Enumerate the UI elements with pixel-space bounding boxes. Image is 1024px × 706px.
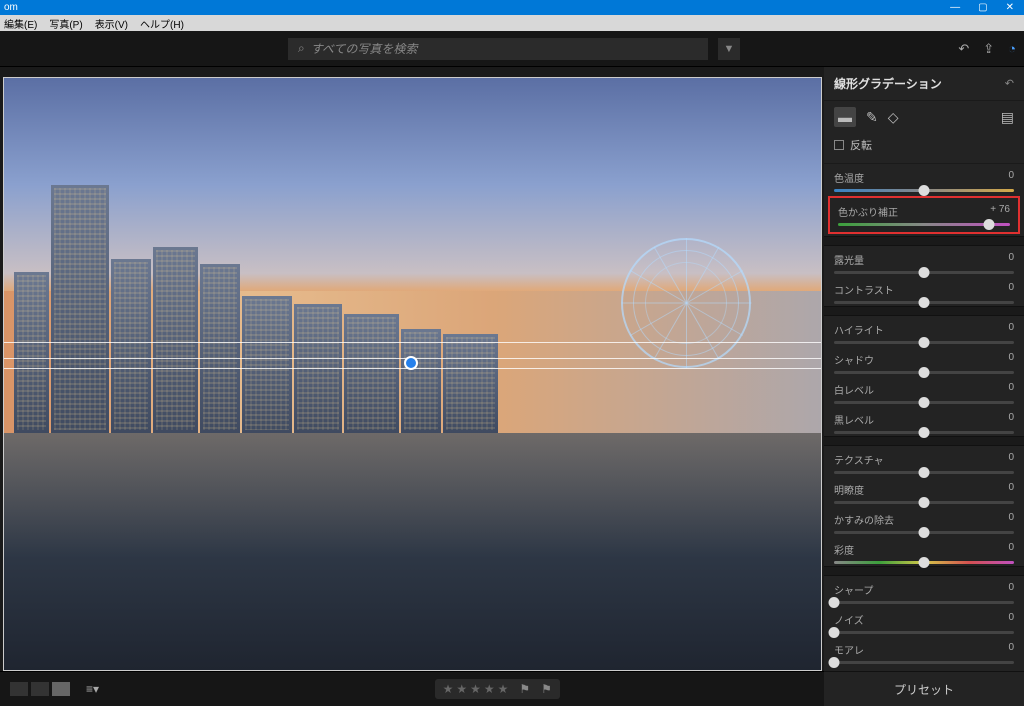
- eraser-tool-icon[interactable]: ◇: [888, 109, 899, 126]
- maximize-icon[interactable]: ▢: [978, 2, 987, 13]
- share-icon[interactable]: ⇪: [983, 41, 994, 57]
- single-view-icon[interactable]: [52, 682, 70, 696]
- reset-icon[interactable]: ↶: [1005, 77, 1014, 90]
- close-icon[interactable]: ✕: [1006, 2, 1014, 13]
- mask-tool-row: ▬ ✎ ◇ ▤: [824, 101, 1024, 133]
- panel-title: 線形グラデーション: [834, 75, 1005, 92]
- slider-texture[interactable]: テクスチャ0: [824, 446, 1024, 476]
- grid-small-icon[interactable]: [10, 682, 28, 696]
- view-mode-buttons: [10, 682, 70, 696]
- menu-view[interactable]: 表示(V): [93, 16, 130, 31]
- slider-blacks[interactable]: 黒レベル0: [824, 406, 1024, 436]
- menu-edit[interactable]: 編集(E): [2, 16, 39, 31]
- slider-dehaze[interactable]: かすみの除去0: [824, 506, 1024, 536]
- star-icon[interactable]: ★: [470, 682, 481, 696]
- star-icon[interactable]: ★: [443, 682, 454, 696]
- brush-tool-icon[interactable]: ✎: [866, 109, 878, 126]
- minimize-icon[interactable]: —: [950, 2, 960, 13]
- star-icon[interactable]: ★: [498, 682, 509, 696]
- menu-photo[interactable]: 写真(P): [47, 16, 84, 31]
- star-icon[interactable]: ★: [484, 682, 495, 696]
- slider-shadows[interactable]: シャドウ0: [824, 346, 1024, 376]
- gradient-pin[interactable]: [404, 356, 418, 370]
- star-icon[interactable]: ★: [456, 682, 467, 696]
- top-right-tools: ↶ ⇪ ◔: [958, 41, 1016, 57]
- preset-label: プリセット: [894, 681, 954, 698]
- flag-pick-icon[interactable]: ⚑: [519, 682, 530, 696]
- undo-icon[interactable]: ↶: [958, 41, 969, 57]
- edit-panel: 線形グラデーション ↶ ▬ ✎ ◇ ▤ 反転 色温度0 色かぶり補正+ 76 露…: [824, 67, 1024, 671]
- search-input[interactable]: ⌕ すべての写真を検索: [288, 38, 708, 60]
- slider-tint[interactable]: 色かぶり補正+ 76: [828, 196, 1020, 234]
- panel-header: 線形グラデーション ↶: [824, 67, 1024, 101]
- invert-checkbox[interactable]: [834, 140, 844, 150]
- slider-temp[interactable]: 色温度0: [824, 164, 1024, 194]
- app-title: om: [4, 2, 950, 13]
- search-placeholder: すべての写真を検索: [311, 40, 418, 57]
- mask-options-icon[interactable]: ▤: [1001, 109, 1014, 126]
- gradient-line-top[interactable]: [4, 342, 821, 343]
- search-icon: ⌕: [298, 41, 305, 56]
- slider-contrast[interactable]: コントラスト0: [824, 276, 1024, 306]
- flag-reject-icon[interactable]: ⚑: [541, 682, 552, 696]
- grid-large-icon[interactable]: [31, 682, 49, 696]
- slider-exposure[interactable]: 露光量0: [824, 246, 1024, 276]
- slider-whites[interactable]: 白レベル0: [824, 376, 1024, 406]
- photo-preview: [3, 77, 822, 671]
- invert-label: 反転: [850, 137, 872, 153]
- rating-bar[interactable]: ★★★★★ ⚑ ⚑: [435, 679, 560, 699]
- slider-noise[interactable]: ノイズ0: [824, 606, 1024, 636]
- slider-saturation[interactable]: 彩度0: [824, 536, 1024, 566]
- cloud-status-icon[interactable]: ◔: [1008, 41, 1016, 57]
- slider-clarity[interactable]: 明瞭度0: [824, 476, 1024, 506]
- sort-button[interactable]: ≡▾: [86, 682, 99, 696]
- menu-bar: 編集(E) 写真(P) 表示(V) ヘルプ(H): [0, 15, 1024, 31]
- menu-help[interactable]: ヘルプ(H): [138, 16, 186, 31]
- top-toolbar: ⌕ すべての写真を検索 ▼ ↶ ⇪ ◔: [0, 31, 1024, 67]
- image-canvas[interactable]: [0, 67, 824, 671]
- preset-bar[interactable]: プリセット: [824, 671, 1024, 706]
- filter-button[interactable]: ▼: [718, 38, 740, 60]
- window-titlebar: om — ▢ ✕: [0, 0, 1024, 15]
- invert-row[interactable]: 反転: [824, 133, 1024, 164]
- window-controls: — ▢ ✕: [950, 2, 1020, 13]
- slider-moire[interactable]: モアレ0: [824, 636, 1024, 666]
- slider-highlights[interactable]: ハイライト0: [824, 316, 1024, 346]
- slider-sharpen[interactable]: シャープ0: [824, 576, 1024, 606]
- gradient-tool-icon[interactable]: ▬: [834, 107, 856, 127]
